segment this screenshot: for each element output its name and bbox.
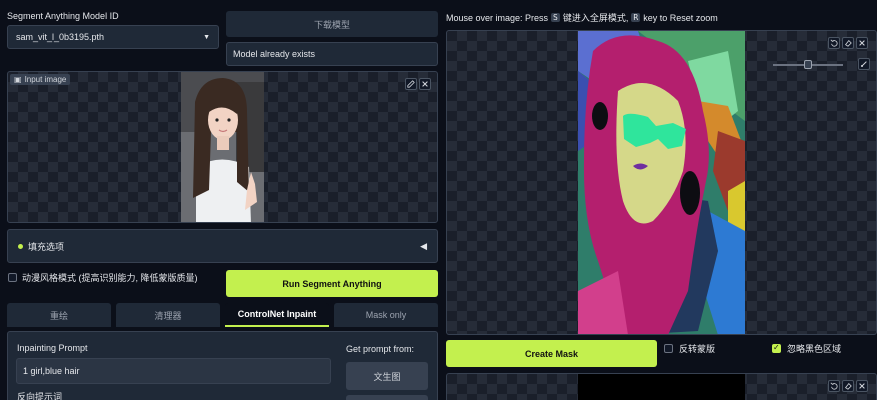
get-prompt-label: Get prompt from: xyxy=(346,344,415,354)
portrait-photo xyxy=(181,72,264,222)
inpainting-prompt-label: Inpainting Prompt xyxy=(17,343,88,353)
model-status: Model already exists xyxy=(226,42,438,66)
close-icon[interactable] xyxy=(419,78,431,90)
anime-style-label: 动漫风格模式 (提高识别能力, 降低蒙版质量) xyxy=(22,273,198,283)
input-image-tag: ▣ Input image xyxy=(10,74,71,85)
invert-mask-label: 反转蒙版 xyxy=(679,344,716,354)
anime-style-checkbox[interactable] xyxy=(8,273,17,282)
secondary-image xyxy=(578,374,745,400)
hint-suffix: key to Reset zoom xyxy=(643,12,718,23)
image-icon: ▣ xyxy=(14,75,22,84)
ignore-black-checkbox[interactable] xyxy=(772,343,781,353)
segmentation-result-image xyxy=(578,31,745,334)
invert-mask-option[interactable]: 反转蒙版 xyxy=(664,342,715,355)
eraser-icon[interactable] xyxy=(842,37,854,49)
chevron-down-icon: ▼ xyxy=(203,33,210,41)
ignore-black-option[interactable]: 忽略黑色区域 xyxy=(772,342,841,355)
txt2img-button[interactable]: 文生图 xyxy=(346,362,428,390)
brush-size-handle[interactable] xyxy=(804,60,812,69)
tab-mask-only[interactable]: Mask only xyxy=(334,303,438,327)
fill-options-label: 填充选项 xyxy=(28,241,65,252)
input-image-canvas[interactable]: ▣ Input image xyxy=(7,71,438,223)
img2img-button[interactable] xyxy=(346,395,428,400)
secondary-canvas[interactable] xyxy=(446,373,877,400)
hint-mid: 键进入全屏模式, xyxy=(562,13,629,23)
invert-mask-checkbox[interactable] xyxy=(664,344,673,353)
status-dot-icon xyxy=(18,243,23,249)
undo-icon-2[interactable] xyxy=(828,380,840,392)
inpaint-panel: Inpainting Prompt 1 girl,blue hair 反向提示词… xyxy=(7,331,438,400)
hint-key-s: S xyxy=(551,13,560,22)
model-select[interactable]: sam_vit_l_0b3195.pth ▼ xyxy=(7,25,219,49)
run-segment-anything-button[interactable]: Run Segment Anything xyxy=(226,270,438,297)
segmentation-canvas[interactable] xyxy=(446,30,877,335)
input-image-label: Input image xyxy=(24,75,67,84)
tab-controlnet-inpaint[interactable]: ControlNet Inpaint xyxy=(225,303,329,327)
edit-icon[interactable] xyxy=(405,78,417,90)
hint-prefix: Mouse over image: Press xyxy=(446,12,549,23)
anime-style-option[interactable]: 动漫风格模式 (提高识别能力, 降低蒙版质量) xyxy=(8,271,198,284)
close-mask-icon[interactable] xyxy=(856,37,868,49)
fill-options-accordion[interactable]: 填充选项 ◀ xyxy=(7,229,438,263)
ignore-black-label: 忽略黑色区域 xyxy=(787,344,842,354)
brush-icon[interactable] xyxy=(858,58,870,70)
model-select-value: sam_vit_l_0b3195.pth xyxy=(16,32,105,42)
inpainting-prompt-input[interactable]: 1 girl,blue hair xyxy=(16,358,331,384)
tab-redraw[interactable]: 重绘 xyxy=(7,303,111,327)
caret-left-icon: ◀ xyxy=(420,240,427,251)
tab-cleaner[interactable]: 清理器 xyxy=(116,303,220,327)
undo-icon[interactable] xyxy=(828,37,840,49)
zoom-hint: Mouse over image: Press S 键进入全屏模式, R key… xyxy=(446,11,718,24)
hint-key-r: R xyxy=(631,13,641,22)
model-id-label: Segment Anything Model ID xyxy=(7,11,119,21)
negative-prompt-label: 反向提示词 xyxy=(17,392,63,400)
close-icon-2[interactable] xyxy=(856,380,868,392)
download-model-button[interactable]: 下载模型 xyxy=(226,11,438,37)
create-mask-button[interactable]: Create Mask xyxy=(446,340,657,367)
eraser-icon-2[interactable] xyxy=(842,380,854,392)
